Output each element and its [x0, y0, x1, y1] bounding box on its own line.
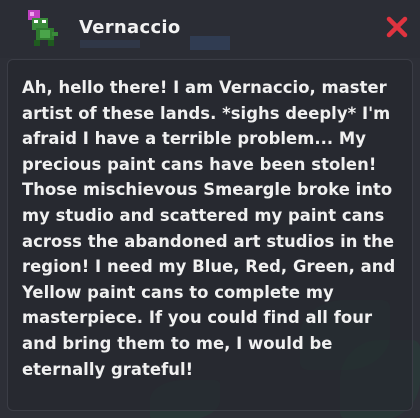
- npc-dialog-window: Vernaccio Ah, hello there! I am Vernacci…: [0, 0, 420, 418]
- background-text-ghost: [80, 36, 230, 50]
- dialog-message: Ah, hello there! I am Vernaccio, master …: [22, 78, 396, 379]
- npc-portrait-icon: [28, 10, 58, 46]
- dialog-header: Vernaccio: [0, 0, 420, 58]
- close-x-icon[interactable]: [382, 12, 412, 42]
- npc-name: Vernaccio: [79, 17, 181, 38]
